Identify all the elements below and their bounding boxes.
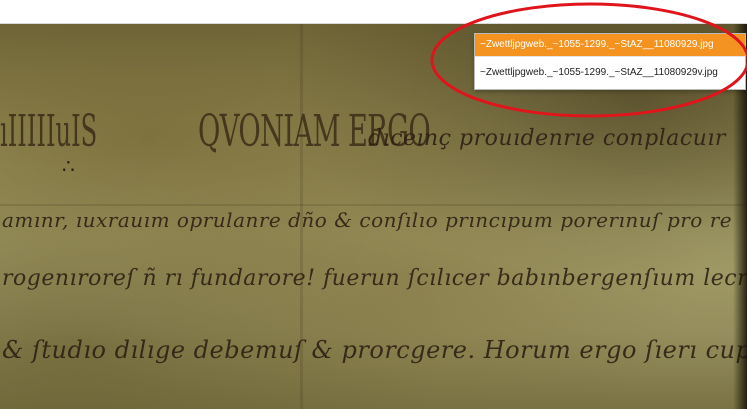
script-line-3: rogenıroreſ ñ rı fundarore! fuerun ſcılı… [2, 266, 747, 291]
parchment-fold-horizontal [0, 204, 747, 206]
screen: ıIIIIIuIS ∴ QVONIAM ERGO dıceınç prouıde… [0, 0, 747, 409]
margin-initials: ıIIIIIuIS [0, 106, 98, 157]
top-toolbar [0, 0, 747, 24]
dropdown-item[interactable]: ~Zwettljpgweb._~1055-1299._~StAZ__110809… [475, 56, 745, 89]
script-line-2: amınr, ıuxrauım oprulanre dño & conſılıo… [2, 208, 733, 232]
punctuation-mark: ∴ [62, 156, 75, 178]
file-dropdown-list[interactable]: ~Zwettljpgweb._~1055-1299._~StAZ__110809… [474, 33, 746, 90]
script-line-4: & ſtudıo dılıge debemuſ & prorcgere. Hor… [2, 336, 747, 364]
dropdown-item-selected[interactable]: ~Zwettljpgweb._~1055-1299._~StAZ__110809… [475, 34, 745, 56]
script-line-1: dıceınç prouıdenrıe conplacuır [368, 126, 726, 151]
